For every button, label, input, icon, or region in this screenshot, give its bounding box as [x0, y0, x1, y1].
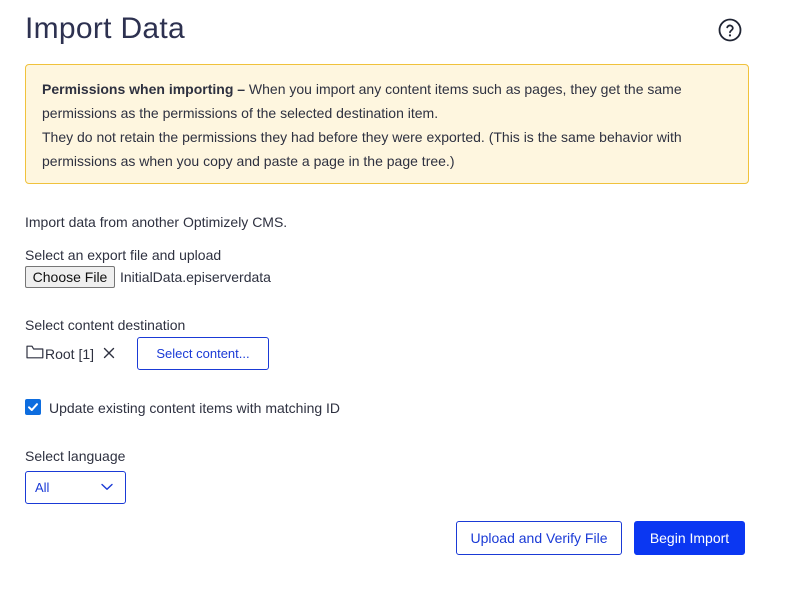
destination-value: Root [1]	[26, 344, 115, 364]
notice-bold-label: Permissions when importing –	[42, 81, 246, 97]
destination-name: Root [1]	[45, 346, 95, 362]
permissions-notice: Permissions when importing – When you im…	[25, 64, 749, 184]
folder-icon	[26, 345, 45, 364]
intro-text: Import data from another Optimizely CMS.	[25, 214, 288, 230]
language-select[interactable]: All	[25, 471, 126, 504]
selected-file-name: InitialData.episerverdata	[120, 269, 271, 285]
notice-text-2: They do not retain the permissions they …	[42, 129, 682, 169]
question-circle-icon[interactable]	[718, 18, 742, 42]
update-existing-label[interactable]: Update existing content items with match…	[49, 400, 340, 416]
language-selected-value: All	[35, 480, 50, 495]
select-content-button[interactable]: Select content...	[137, 337, 269, 370]
begin-import-button[interactable]: Begin Import	[634, 521, 745, 555]
checkmark-icon	[28, 403, 38, 411]
chevron-down-icon	[101, 483, 113, 490]
language-label: Select language	[25, 448, 126, 464]
destination-label: Select content destination	[25, 317, 186, 333]
upload-verify-button[interactable]: Upload and Verify File	[456, 521, 622, 555]
choose-file-button[interactable]: Choose File	[25, 266, 115, 288]
file-upload-label: Select an export file and upload	[25, 247, 222, 263]
update-existing-checkbox[interactable]	[25, 399, 41, 415]
close-icon[interactable]	[94, 344, 115, 364]
page-title: Import Data	[25, 12, 186, 45]
notice-paragraph-1: Permissions when importing – When you im…	[42, 77, 736, 125]
